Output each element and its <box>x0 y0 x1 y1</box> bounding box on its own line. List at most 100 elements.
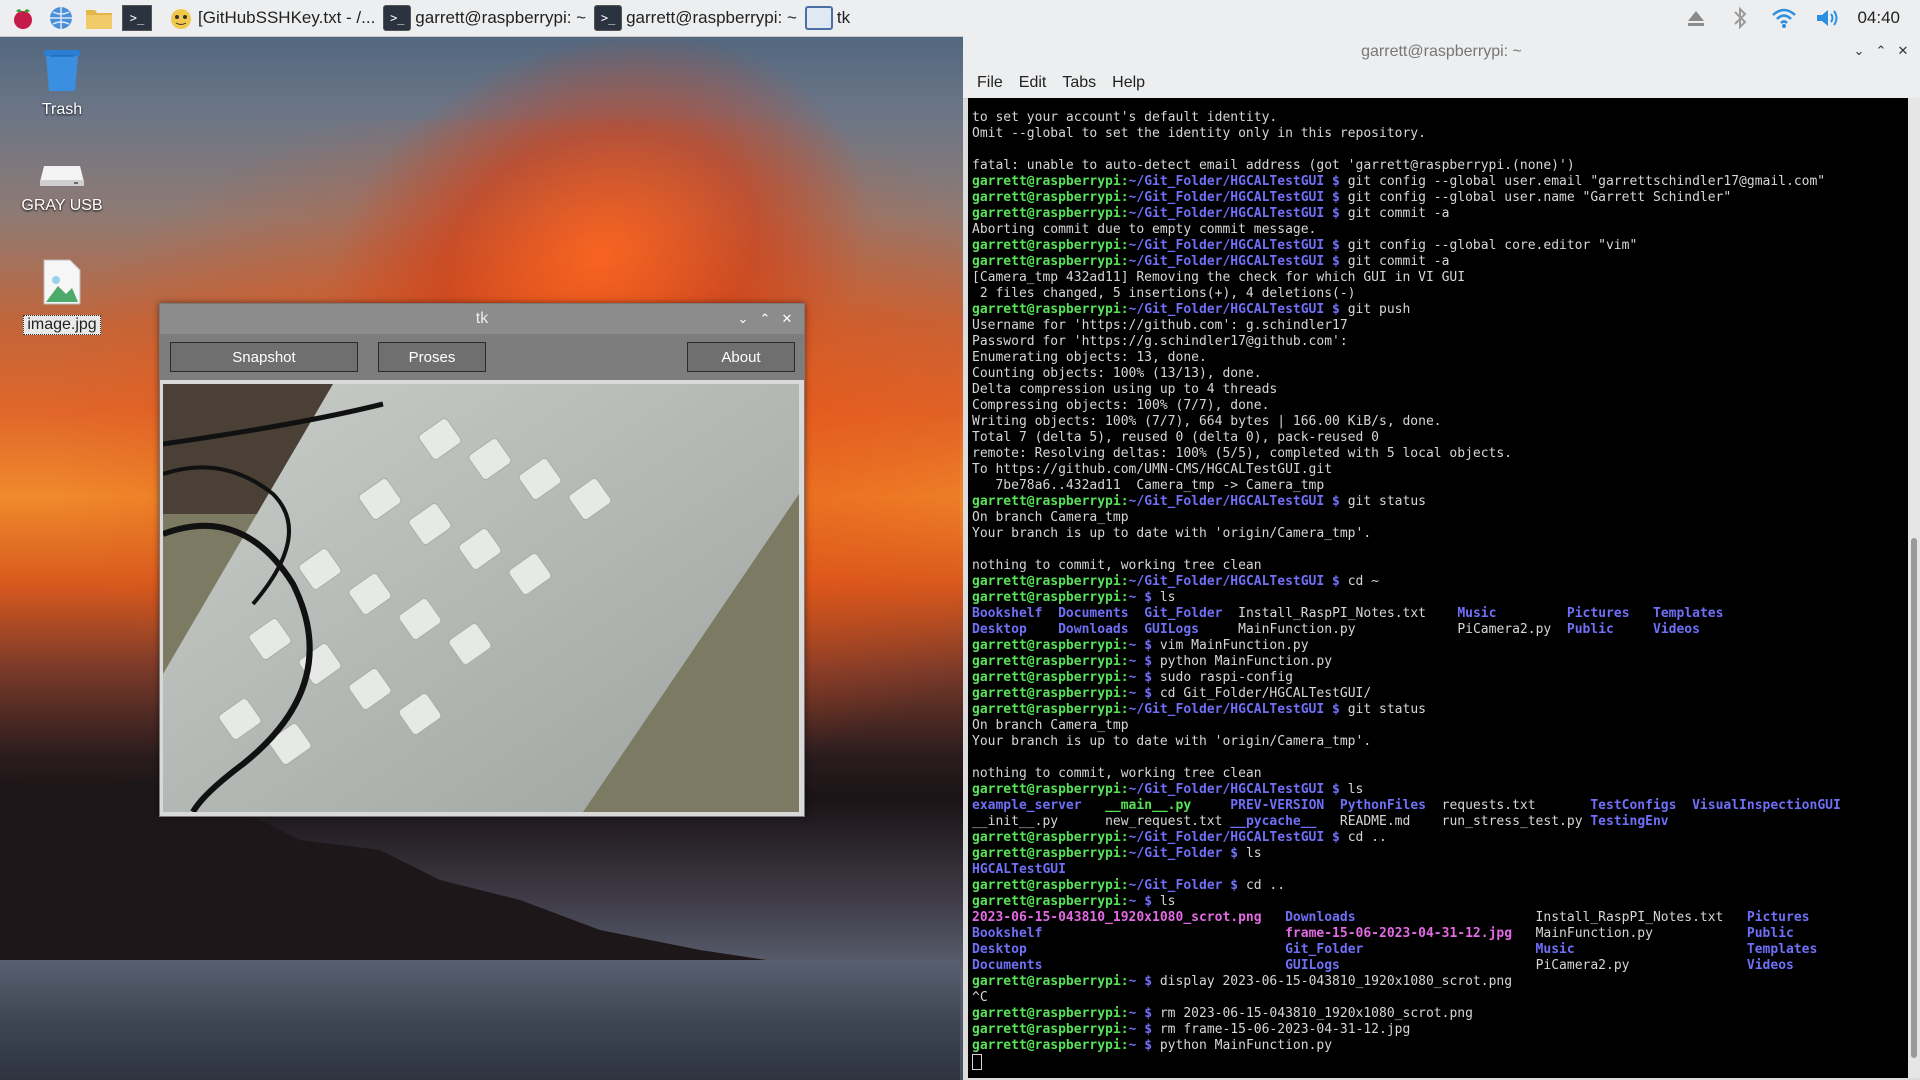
volume-icon[interactable] <box>1813 3 1843 33</box>
terminal-line: Desktop Git_Folder Music Templates <box>972 942 1841 958</box>
ls-entry: Music <box>1457 606 1497 621</box>
terminal-line: To https://github.com/UMN-CMS/HGCALTestG… <box>972 462 1841 478</box>
raspberry-menu-icon[interactable] <box>8 3 38 33</box>
ls-gap <box>1536 798 1591 813</box>
menu-tabs[interactable]: Tabs <box>1062 74 1096 92</box>
prompt-user: garrett@raspberrypi: <box>972 190 1129 205</box>
terminal-line: nothing to commit, working tree clean <box>972 558 1841 574</box>
prompt-symbol: $ <box>1136 590 1160 605</box>
scrollbar-thumb[interactable] <box>1911 538 1917 1058</box>
snapshot-button[interactable]: Snapshot <box>170 342 358 372</box>
prompt-symbol: $ <box>1324 302 1348 317</box>
wifi-icon[interactable] <box>1769 3 1799 33</box>
eject-icon[interactable] <box>1681 3 1711 33</box>
terminal-line: On branch Camera_tmp <box>972 510 1841 526</box>
task-terminal-1[interactable]: >_ garrett@raspberrypi: ~ <box>383 3 586 33</box>
command-text: python MainFunction.py <box>1159 1038 1333 1053</box>
ls-entry: MainFunction.py <box>1535 926 1653 941</box>
prompt-user: garrett@raspberrypi: <box>972 238 1129 253</box>
ls-entry: PiCamera2.py <box>1535 958 1630 973</box>
terminal-line: On branch Camera_tmp <box>972 718 1841 734</box>
tk-titlebar[interactable]: tk ⌄ ⌃ ✕ <box>160 304 804 334</box>
output-text: Delta compression using up to 4 threads <box>972 382 1278 397</box>
close-icon[interactable]: ✕ <box>776 311 798 327</box>
prompt-user: garrett@raspberrypi: <box>972 654 1129 669</box>
clock[interactable]: 04:40 <box>1857 8 1900 28</box>
ls-entry: MainFunction.py <box>1238 622 1356 637</box>
ls-entry: Pictures <box>1746 910 1810 925</box>
terminal-launcher-icon[interactable]: >_ <box>122 3 152 33</box>
terminal-titlebar[interactable]: garrett@raspberrypi: ~ ⌄ ⌃ ✕ <box>963 36 1920 68</box>
prompt-user: garrett@raspberrypi: <box>972 574 1129 589</box>
task-terminal-2[interactable]: >_ garrett@raspberrypi: ~ <box>594 3 797 33</box>
terminal-line: nothing to commit, working tree clean <box>972 766 1841 782</box>
ls-entry: Pictures <box>1566 606 1630 621</box>
terminal-output[interactable]: to set your account's default identity. O… <box>968 98 1908 1078</box>
ls-entry: HGCALTestGUI <box>972 862 1066 877</box>
task-tk[interactable]: tk <box>804 3 851 33</box>
terminal-line: HGCALTestGUI <box>972 862 1841 878</box>
ls-gap <box>1042 958 1285 973</box>
output-text: Your branch is up to date with 'origin/C… <box>972 734 1372 749</box>
desktop-icon-image[interactable]: image.jpg <box>12 258 112 335</box>
command-text: python MainFunction.py <box>1159 654 1333 669</box>
ls-entry: Documents <box>1058 606 1129 621</box>
output-text: Counting objects: 100% (13/13), done. <box>972 366 1262 381</box>
ls-entry: Desktop <box>972 622 1027 637</box>
maximize-icon[interactable]: ⌃ <box>1870 43 1892 59</box>
about-button[interactable]: About <box>687 342 795 372</box>
terminal-line: garrett@raspberrypi:~/Git_Folder/HGCALTe… <box>972 302 1841 318</box>
command-text: cd Git_Folder/HGCALTestGUI/ <box>1159 686 1372 701</box>
terminal-line: garrett@raspberrypi:~/Git_Folder/HGCALTe… <box>972 494 1841 510</box>
terminal-icon: >_ <box>594 5 623 31</box>
menu-file[interactable]: File <box>977 74 1003 92</box>
ls-gap <box>1262 910 1285 925</box>
terminal-line: garrett@raspberrypi:~ $ python MainFunct… <box>972 1038 1841 1054</box>
proses-button[interactable]: Proses <box>378 342 486 372</box>
terminal-menubar: File Edit Tabs Help <box>963 68 1920 99</box>
prompt-path: ~/Git_Folder/HGCALTestGUI <box>1128 254 1325 269</box>
window-title: garrett@raspberrypi: ~ <box>1361 43 1522 60</box>
terminal-line: ^C <box>972 990 1841 1006</box>
ls-entry: README.md <box>1339 814 1411 829</box>
prompt-symbol: $ <box>1136 894 1160 909</box>
ls-entry: GUILogs <box>1285 958 1340 973</box>
bluetooth-icon[interactable] <box>1725 3 1755 33</box>
minimize-icon[interactable]: ⌄ <box>732 311 754 327</box>
camera-preview <box>163 384 799 812</box>
ls-entry: TestConfigs <box>1590 798 1677 813</box>
menu-help[interactable]: Help <box>1112 74 1145 92</box>
terminal-scrollbar[interactable] <box>1908 98 1920 1078</box>
ls-entry: Public <box>1746 926 1794 941</box>
desktop-icon-usb[interactable]: GRAY USB <box>12 158 112 215</box>
output-text: to set your account's default identity. <box>972 110 1278 125</box>
minimize-icon[interactable]: ⌄ <box>1848 43 1870 59</box>
terminal-line: garrett@raspberrypi:~ $ rm frame-15-06-2… <box>972 1022 1841 1038</box>
close-icon[interactable]: ✕ <box>1892 43 1914 59</box>
task-label: tk <box>836 8 851 27</box>
prompt-symbol: $ <box>1136 654 1160 669</box>
menu-edit[interactable]: Edit <box>1019 74 1047 92</box>
task-text-editor[interactable]: [GitHubSSHKey.txt - /... <box>168 3 375 33</box>
terminal-line: Writing objects: 100% (7/7), 664 bytes |… <box>972 414 1841 430</box>
prompt-symbol: $ <box>1324 174 1348 189</box>
terminal-line: [Camera_tmp 432ad11] Removing the check … <box>972 270 1841 286</box>
terminal-line: garrett@raspberrypi:~/Git_Folder/HGCALTe… <box>972 782 1841 798</box>
ls-entry: Videos <box>1746 958 1794 973</box>
desktop-icon-trash[interactable]: Trash <box>12 48 112 119</box>
ls-entry: Install_RaspPI_Notes.txt <box>1535 910 1724 925</box>
output-text: fatal: unable to auto-detect email addre… <box>972 158 1575 173</box>
web-browser-icon[interactable] <box>46 3 76 33</box>
prompt-user: garrett@raspberrypi: <box>972 174 1129 189</box>
ls-gap <box>1512 926 1535 941</box>
file-manager-icon[interactable] <box>84 3 114 33</box>
prompt-user: garrett@raspberrypi: <box>972 206 1129 221</box>
terminal-line: garrett@raspberrypi:~ $ ls <box>972 894 1841 910</box>
prompt-user: garrett@raspberrypi: <box>972 974 1129 989</box>
prompt-user: garrett@raspberrypi: <box>972 590 1129 605</box>
prompt-user: garrett@raspberrypi: <box>972 494 1129 509</box>
command-text: git status <box>1347 702 1426 717</box>
prompt-user: garrett@raspberrypi: <box>972 686 1129 701</box>
output-text: To https://github.com/UMN-CMS/HGCALTestG… <box>972 462 1333 477</box>
maximize-icon[interactable]: ⌃ <box>754 311 776 327</box>
